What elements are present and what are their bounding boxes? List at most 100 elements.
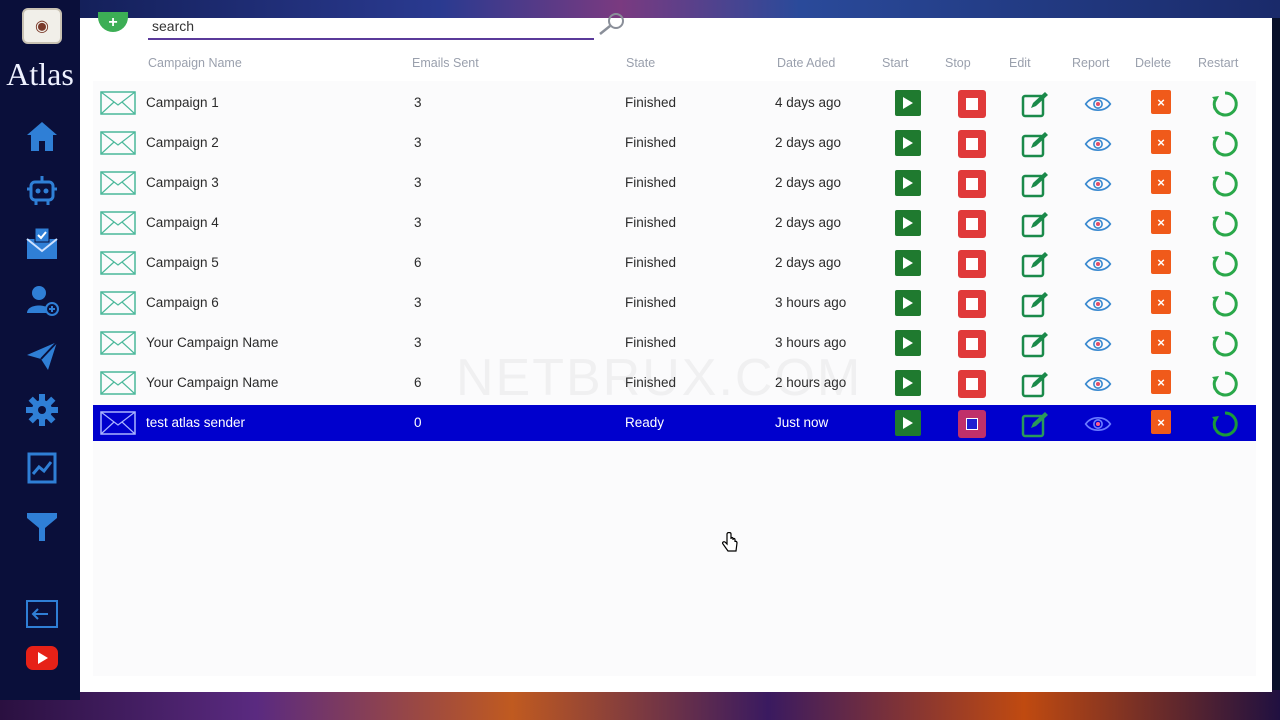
robot-icon[interactable]	[22, 170, 62, 210]
table-row[interactable]: Campaign 4 3 Finished 2 days ago ×	[93, 205, 1256, 241]
eye-icon	[1084, 297, 1112, 311]
eye-icon	[1084, 377, 1112, 391]
stop-button[interactable]	[958, 210, 986, 238]
restart-button[interactable]	[1211, 170, 1239, 198]
logout-icon[interactable]	[22, 594, 62, 634]
report-button[interactable]	[1084, 330, 1112, 358]
table-row[interactable]: Your Campaign Name 3 Finished 3 hours ag…	[93, 325, 1256, 361]
search-input[interactable]	[148, 14, 594, 40]
date-added: 2 days ago	[775, 215, 842, 230]
stop-button[interactable]	[958, 410, 986, 438]
restart-icon	[1212, 171, 1238, 197]
edit-icon	[1021, 372, 1048, 398]
edit-icon	[1021, 92, 1048, 118]
mail-check-icon[interactable]	[22, 224, 62, 264]
edit-button[interactable]	[1021, 410, 1049, 438]
restart-button[interactable]	[1211, 250, 1239, 278]
stop-button[interactable]	[958, 370, 986, 398]
eye-icon	[1084, 137, 1112, 151]
home-icon[interactable]	[22, 116, 62, 156]
edit-button[interactable]	[1021, 330, 1049, 358]
restart-button[interactable]	[1211, 370, 1239, 398]
restart-button[interactable]	[1211, 330, 1239, 358]
start-button[interactable]	[895, 130, 921, 156]
stop-button[interactable]	[958, 290, 986, 318]
delete-button[interactable]: ×	[1151, 370, 1171, 394]
edit-button[interactable]	[1021, 130, 1049, 158]
report-button[interactable]	[1084, 370, 1112, 398]
edit-button[interactable]	[1021, 210, 1049, 238]
table-row[interactable]: Campaign 3 3 Finished 2 days ago ×	[93, 165, 1256, 201]
stop-icon	[966, 378, 978, 390]
restart-button[interactable]	[1211, 130, 1239, 158]
envelope-icon	[100, 171, 136, 195]
restart-button[interactable]	[1211, 90, 1239, 118]
play-icon	[903, 257, 913, 269]
start-button[interactable]	[895, 410, 921, 436]
table-row[interactable]: Campaign 1 3 Finished 4 days ago ×	[93, 85, 1256, 121]
table-row[interactable]: Campaign 5 6 Finished 2 days ago ×	[93, 245, 1256, 281]
start-button[interactable]	[895, 330, 921, 356]
delete-button[interactable]: ×	[1151, 90, 1171, 114]
campaign-state: Finished	[625, 335, 677, 350]
table-row[interactable]: Campaign 2 3 Finished 2 days ago ×	[93, 125, 1256, 161]
edit-button[interactable]	[1021, 290, 1049, 318]
delete-button[interactable]: ×	[1151, 290, 1171, 314]
eye-icon	[1084, 337, 1112, 351]
add-campaign-button[interactable]: +	[98, 12, 128, 32]
table-row[interactable]: Campaign 6 3 Finished 3 hours ago ×	[93, 285, 1256, 321]
main-panel: + Campaign Name Emails Sent State Date A…	[80, 12, 1272, 692]
delete-button[interactable]: ×	[1151, 170, 1171, 194]
report-button[interactable]	[1084, 290, 1112, 318]
start-button[interactable]	[895, 170, 921, 196]
restart-button[interactable]	[1211, 210, 1239, 238]
start-button[interactable]	[895, 210, 921, 236]
youtube-icon[interactable]	[22, 638, 62, 678]
edit-button[interactable]	[1021, 170, 1049, 198]
restart-button[interactable]	[1211, 410, 1239, 438]
campaign-name: Campaign 3	[146, 175, 219, 190]
report-button[interactable]	[1084, 210, 1112, 238]
date-added: Just now	[775, 415, 829, 430]
edit-button[interactable]	[1021, 250, 1049, 278]
stop-button[interactable]	[958, 250, 986, 278]
analytics-icon[interactable]	[22, 448, 62, 488]
send-icon[interactable]	[22, 336, 62, 376]
stop-button[interactable]	[958, 170, 986, 198]
search-icon[interactable]	[596, 12, 626, 38]
delete-button[interactable]: ×	[1151, 130, 1171, 154]
start-button[interactable]	[895, 90, 921, 116]
start-button[interactable]	[895, 370, 921, 396]
report-button[interactable]	[1084, 170, 1112, 198]
campaign-name: Campaign 4	[146, 215, 219, 230]
add-user-icon[interactable]	[22, 280, 62, 320]
delete-button[interactable]: ×	[1151, 330, 1171, 354]
report-button[interactable]	[1084, 130, 1112, 158]
stop-icon	[966, 178, 978, 190]
stop-button[interactable]	[958, 130, 986, 158]
table-row[interactable]: Your Campaign Name 6 Finished 2 hours ag…	[93, 365, 1256, 401]
table-row[interactable]: test atlas sender 0 Ready Just now ×	[93, 405, 1256, 441]
edit-icon	[1021, 212, 1048, 238]
campaign-state: Finished	[625, 175, 677, 190]
start-button[interactable]	[895, 250, 921, 276]
delete-button[interactable]: ×	[1151, 210, 1171, 234]
delete-button[interactable]: ×	[1151, 250, 1171, 274]
filter-icon[interactable]	[22, 506, 62, 546]
restart-button[interactable]	[1211, 290, 1239, 318]
report-button[interactable]	[1084, 250, 1112, 278]
start-button[interactable]	[895, 290, 921, 316]
delete-icon: ×	[1157, 374, 1165, 390]
header-start: Start	[882, 56, 909, 70]
report-button[interactable]	[1084, 410, 1112, 438]
edit-icon	[1021, 332, 1048, 358]
report-button[interactable]	[1084, 90, 1112, 118]
delete-button[interactable]: ×	[1151, 410, 1171, 434]
play-icon	[903, 377, 913, 389]
stop-button[interactable]	[958, 90, 986, 118]
edit-button[interactable]	[1021, 370, 1049, 398]
edit-button[interactable]	[1021, 90, 1049, 118]
stop-button[interactable]	[958, 330, 986, 358]
gear-icon[interactable]	[22, 390, 62, 430]
restart-icon	[1212, 251, 1238, 277]
